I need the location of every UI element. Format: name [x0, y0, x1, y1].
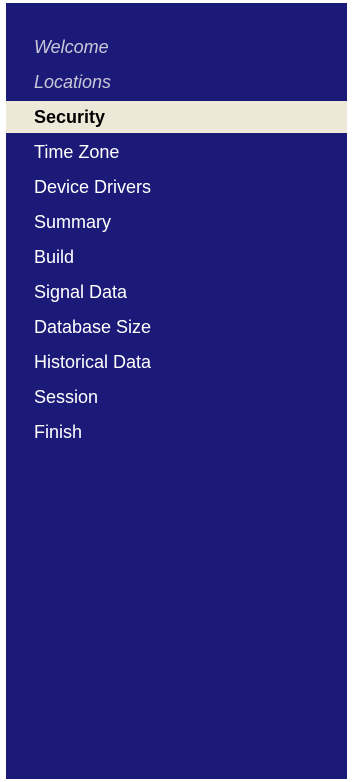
step-build[interactable]: Build	[6, 240, 347, 275]
step-locations[interactable]: Locations	[6, 65, 347, 100]
step-welcome[interactable]: Welcome	[6, 30, 347, 65]
wizard-steps-list: Welcome Locations Security Time Zone Dev…	[6, 30, 347, 450]
step-summary[interactable]: Summary	[6, 205, 347, 240]
step-time-zone[interactable]: Time Zone	[6, 135, 347, 170]
step-historical-data[interactable]: Historical Data	[6, 345, 347, 380]
step-device-drivers[interactable]: Device Drivers	[6, 170, 347, 205]
step-security[interactable]: Security	[6, 101, 347, 133]
wizard-steps-sidebar: Welcome Locations Security Time Zone Dev…	[6, 3, 347, 779]
step-finish[interactable]: Finish	[6, 415, 347, 450]
step-session[interactable]: Session	[6, 380, 347, 415]
step-database-size[interactable]: Database Size	[6, 310, 347, 345]
step-signal-data[interactable]: Signal Data	[6, 275, 347, 310]
